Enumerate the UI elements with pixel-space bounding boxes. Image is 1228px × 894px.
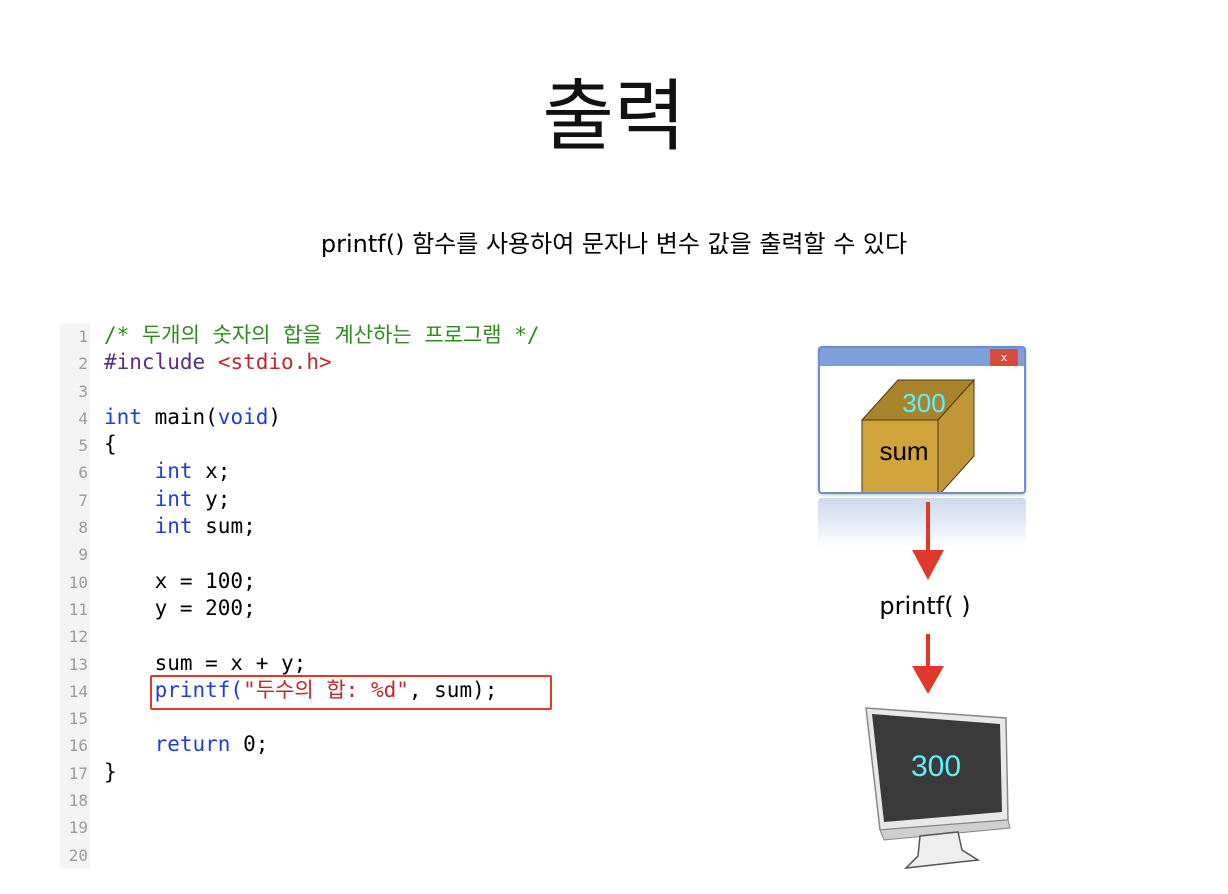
code-line: 20 xyxy=(60,841,580,869)
close-button[interactable]: x xyxy=(990,349,1018,366)
arrow-down-icon xyxy=(912,502,944,580)
line-number: 9 xyxy=(60,541,90,569)
code-keyword: return xyxy=(154,732,231,757)
code-listing: 1 /* 두개의 숫자의 합을 계산하는 프로그램 */ 2 #include <s… xyxy=(60,322,580,869)
code-line: 13 sum = x + y; xyxy=(60,650,580,678)
code-keyword: int xyxy=(104,404,142,429)
code-line: 9 xyxy=(60,540,580,569)
monitor-icon: 300 xyxy=(865,707,1011,869)
line-number: 6 xyxy=(60,459,90,487)
code-comment: /* 두개의 숫자의 합을 계산하는 프로그램 */ xyxy=(104,323,540,347)
line-number: 18 xyxy=(60,787,90,815)
printf-label: printf( ) xyxy=(879,592,971,620)
code-keyword: void xyxy=(217,404,269,429)
code-directive: #include xyxy=(104,350,206,375)
code-text: y; xyxy=(192,486,231,511)
line-number: 16 xyxy=(60,732,90,760)
code-text: ) xyxy=(268,404,282,429)
code-line: 7 int y; xyxy=(60,486,580,515)
line-number: 5 xyxy=(60,432,90,460)
box-label: sum xyxy=(879,436,928,466)
arrow-down-icon xyxy=(912,634,944,694)
line-number: 10 xyxy=(60,568,90,596)
printf-highlight-box xyxy=(150,675,552,710)
sum-box-illustration: 300 sum xyxy=(860,378,976,492)
code-line: 16 return 0; xyxy=(60,731,580,760)
code-line: 2 #include <stdio.h> xyxy=(60,349,580,378)
slide-title: 출력 xyxy=(542,72,686,162)
code-keyword: int xyxy=(154,486,193,511)
code-text: x; xyxy=(192,459,231,484)
monitor-stand xyxy=(903,831,981,869)
line-number: 7 xyxy=(60,486,90,515)
line-number: 4 xyxy=(60,404,90,433)
line-number: 20 xyxy=(60,841,90,869)
code-line: 19 xyxy=(60,813,580,842)
line-number: 8 xyxy=(60,514,90,542)
code-line: 3 xyxy=(60,377,580,405)
code-header: <stdio.h> xyxy=(217,350,332,375)
code-text: main( xyxy=(141,404,218,429)
code-text: y = 200; xyxy=(154,595,256,620)
code-line: 17} xyxy=(60,759,580,788)
code-text: } xyxy=(104,759,117,784)
line-number: 12 xyxy=(60,623,90,651)
line-number: 17 xyxy=(60,759,90,788)
line-number: 13 xyxy=(60,650,90,678)
code-keyword: int xyxy=(154,514,193,539)
code-line: 5{ xyxy=(60,431,580,460)
variable-window: x 300 sum xyxy=(818,346,1026,494)
code-line: 4 int main(void) xyxy=(60,404,580,433)
line-number: 14 xyxy=(60,677,90,706)
monitor-value: 300 xyxy=(911,750,961,783)
code-line: 6 int x; xyxy=(60,458,580,487)
code-line: 18 xyxy=(60,786,580,815)
line-number: 19 xyxy=(60,814,90,842)
code-line: 10 x = 100; xyxy=(60,568,580,596)
line-number: 15 xyxy=(60,705,90,733)
code-text: sum; xyxy=(192,514,256,539)
code-text: sum = x + y; xyxy=(154,650,307,675)
line-number: 3 xyxy=(60,377,90,405)
line-number: 2 xyxy=(60,350,90,378)
code-line: 1 /* 두개의 숫자의 합을 계산하는 프로그램 */ xyxy=(60,322,580,351)
line-number: 1 xyxy=(60,323,90,351)
slide-subtitle: printf() 함수를 사용하여 문자나 변수 값을 출력할 수 있다 xyxy=(320,230,908,258)
code-line: 12 xyxy=(60,622,580,651)
code-text: { xyxy=(104,432,117,457)
code-text: x = 100; xyxy=(154,568,256,593)
box-value: 300 xyxy=(902,388,945,418)
code-line: 8 int sum; xyxy=(60,513,580,542)
code-keyword: int xyxy=(154,459,193,484)
code-line: 11 y = 200; xyxy=(60,595,580,624)
code-text: 0; xyxy=(230,732,269,757)
line-number: 11 xyxy=(60,595,90,624)
